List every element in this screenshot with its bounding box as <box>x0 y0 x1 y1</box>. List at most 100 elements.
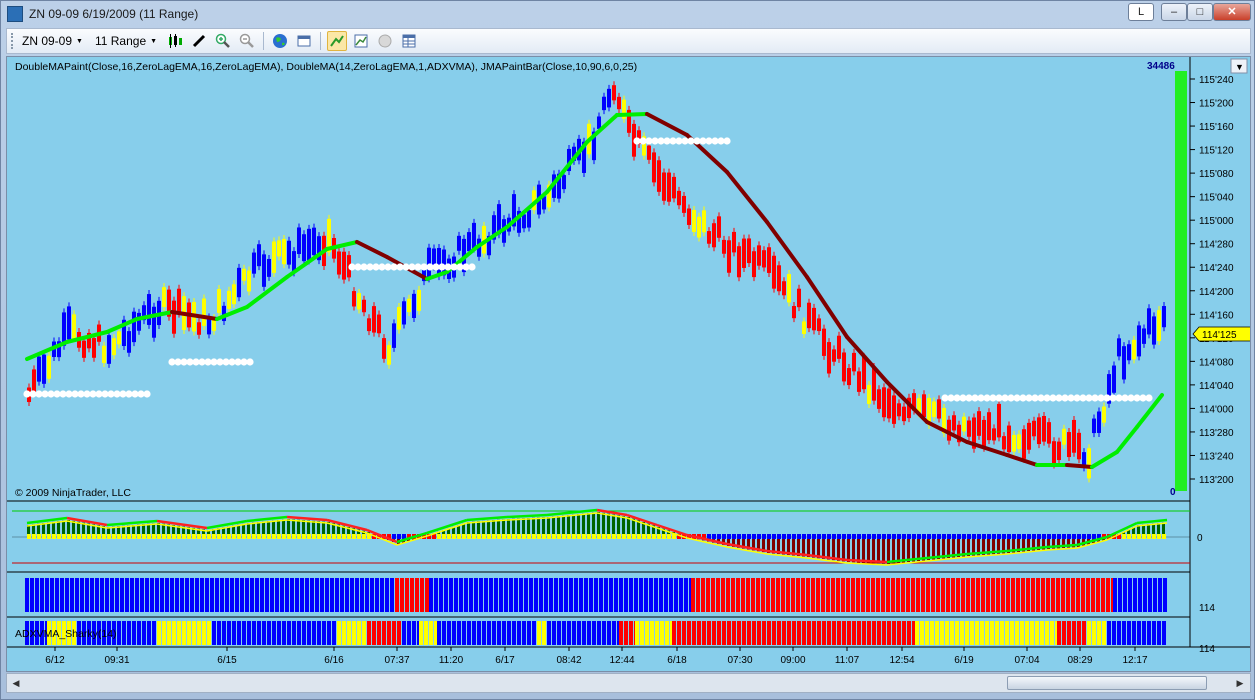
osc-histogram-bar <box>902 537 905 563</box>
panel3-bar <box>449 578 453 612</box>
panel3-bar <box>1036 578 1040 612</box>
pencil-icon[interactable] <box>189 31 209 51</box>
panel3-bar <box>1031 578 1035 612</box>
panel4-bar <box>322 621 326 645</box>
osc-zero-dot <box>1007 534 1011 539</box>
osc-zero-dot <box>837 534 841 539</box>
panel3-bar <box>250 578 254 612</box>
price-tick-label: 114'000 <box>1199 404 1234 415</box>
osc-zero-dot <box>522 534 526 539</box>
panel4-bar <box>842 621 846 645</box>
panel4-bar <box>1112 621 1116 645</box>
scroll-left-arrow[interactable]: ◀ <box>8 675 24 691</box>
chart-area[interactable]: 115'240 115'200 115'160 115'120 115'080 115'0… <box>6 56 1254 672</box>
panel4-bar <box>402 621 406 645</box>
osc-zero-dot <box>852 534 856 539</box>
panel3-bar <box>766 578 770 612</box>
horizontal-scrollbar[interactable]: ◀ ▶ <box>6 673 1251 693</box>
zoom-out-icon[interactable] <box>237 31 257 51</box>
panel4-bar <box>950 621 954 645</box>
globe-icon[interactable] <box>270 31 290 51</box>
panel3-bar <box>1001 578 1005 612</box>
zoom-in-icon[interactable] <box>213 31 233 51</box>
panel3-bar <box>816 578 820 612</box>
time-tick-label: 07:30 <box>727 655 752 666</box>
chart-icon[interactable] <box>351 31 371 51</box>
osc-zero-dot <box>1012 534 1016 539</box>
panel3-bar <box>866 578 870 612</box>
panel4-bar <box>682 621 686 645</box>
scroll-right-arrow[interactable]: ▶ <box>1232 675 1248 691</box>
period-selector[interactable]: 11 Range ▼ <box>91 32 161 50</box>
panel3-bar <box>856 578 860 612</box>
chevron-down-icon: ▼ <box>150 37 158 45</box>
panel4-bar <box>482 621 486 645</box>
panel4-bar <box>1040 621 1044 645</box>
osc-histogram-bar <box>622 516 625 537</box>
close-button[interactable]: ✕ <box>1213 3 1251 21</box>
osc-zero-dot <box>1142 534 1146 539</box>
circle-icon[interactable] <box>375 31 395 51</box>
price-tick-label: 113'280 <box>1199 428 1234 439</box>
panel4-bar <box>557 621 561 645</box>
panel4-bar <box>592 621 596 645</box>
panel4-bar <box>447 621 451 645</box>
panel4-bar <box>1107 621 1111 645</box>
minimize-button[interactable]: – <box>1161 3 1187 21</box>
osc-zero-dot <box>152 534 156 539</box>
panel4-bar <box>177 621 181 645</box>
panel3-bar <box>721 578 725 612</box>
instrument-selector[interactable]: ZN 09-09 ▼ <box>18 32 87 50</box>
osc-histogram-bar <box>557 516 560 537</box>
panel3-bar <box>941 578 945 612</box>
panel3-bar <box>584 578 588 612</box>
panel3-bar <box>340 578 344 612</box>
panel4-bar <box>940 621 944 645</box>
panel3-bar <box>881 578 885 612</box>
panel3-bar <box>1118 578 1122 612</box>
panel3-bar <box>811 578 815 612</box>
panel3-bar <box>1091 578 1095 612</box>
panel4-bar <box>277 621 281 645</box>
osc-zero-dot <box>842 534 846 539</box>
panel3-bar <box>886 578 890 612</box>
panel4-bar <box>429 621 433 645</box>
panel3-bar <box>45 578 49 612</box>
panel3-bar <box>60 578 64 612</box>
panel4-bar <box>857 621 861 645</box>
toolbar-grip[interactable] <box>11 33 14 49</box>
panel3-bar <box>90 578 94 612</box>
osc-zero-dot <box>797 534 801 539</box>
link-button[interactable]: L <box>1128 3 1154 21</box>
osc-zero-dot <box>957 534 961 539</box>
price-tick-label: 114'240 <box>1199 263 1234 274</box>
osc-histogram-bar <box>607 513 610 537</box>
window-icon[interactable] <box>294 31 314 51</box>
candlestick-icon[interactable] <box>165 31 185 51</box>
panel4-bar <box>925 621 929 645</box>
osc-zero-dot <box>1052 534 1056 539</box>
panel3-bar <box>474 578 478 612</box>
table-icon[interactable] <box>399 31 419 51</box>
price-tick-label: 113'240 <box>1199 451 1234 462</box>
chart-canvas[interactable]: 115'240 115'200 115'160 115'120 115'080 115'0… <box>7 57 1254 671</box>
panel3-bar <box>1056 578 1060 612</box>
maximize-button[interactable]: □ <box>1187 3 1213 21</box>
strategy-icon[interactable] <box>327 31 348 51</box>
osc-zero-dot <box>202 534 206 539</box>
price-tick-label: 114'080 <box>1199 357 1234 368</box>
chart-toolbar: ZN 09-09 ▼ 11 Range ▼ <box>6 28 1251 54</box>
panel3-bar <box>659 578 663 612</box>
panel4-bar <box>607 621 611 645</box>
scroll-thumb[interactable] <box>1007 676 1207 690</box>
osc-zero-dot <box>1152 534 1156 539</box>
title-bar: ZN 09-09 6/19/2009 (11 Range) L – □ ✕ <box>1 1 1254 27</box>
panel3-bar <box>464 578 468 612</box>
toolbar-separator <box>263 32 265 50</box>
osc-zero-dot <box>1072 534 1076 539</box>
osc-zero-dot <box>272 534 276 539</box>
flat-dot <box>143 390 151 398</box>
osc-zero-dot <box>472 534 476 539</box>
panel4-bar <box>202 621 206 645</box>
osc-zero-dot <box>122 534 126 539</box>
